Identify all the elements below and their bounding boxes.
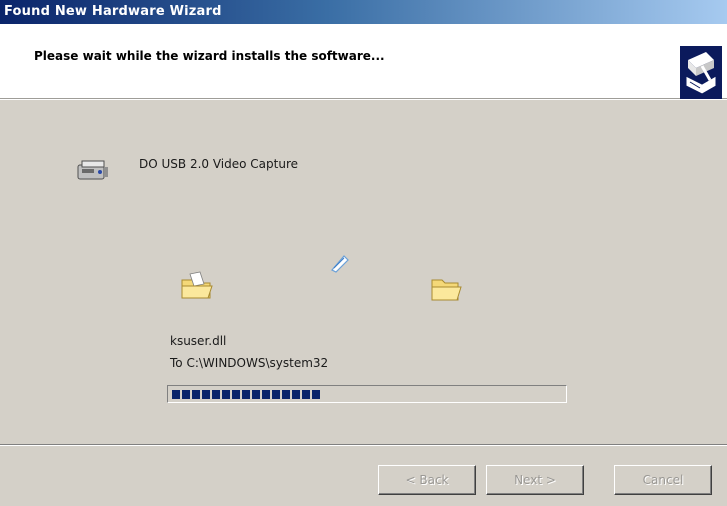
progress-fill	[172, 390, 322, 399]
page-heading: Please wait while the wizard installs th…	[34, 49, 385, 63]
copy-destination: To C:\WINDOWS\system32	[170, 356, 329, 370]
progress-segment	[232, 390, 240, 399]
progress-segment	[172, 390, 180, 399]
copy-file-name: ksuser.dll	[170, 334, 227, 348]
cancel-button-label: Cancel	[642, 473, 684, 487]
progress-segment	[262, 390, 270, 399]
next-button-label: Next >	[514, 473, 556, 487]
title-bar[interactable]: Found New Hardware Wizard	[0, 0, 727, 24]
progress-segment	[272, 390, 280, 399]
back-button-label: < Back	[405, 473, 449, 487]
progress-segment	[292, 390, 300, 399]
progress-segment	[182, 390, 190, 399]
progress-segment	[222, 390, 230, 399]
flying-document-icon	[331, 255, 349, 273]
footer-divider-highlight	[0, 445, 727, 446]
back-button[interactable]: < Back	[378, 465, 476, 495]
wizard-header: Please wait while the wizard installs th…	[0, 24, 727, 100]
progress-segment	[312, 390, 320, 399]
progress-segment	[282, 390, 290, 399]
header-divider	[0, 99, 727, 100]
source-folder-icon	[181, 271, 213, 299]
next-button[interactable]: Next >	[486, 465, 584, 495]
capture-device-icon	[77, 160, 108, 180]
progress-segment	[242, 390, 250, 399]
progress-segment	[192, 390, 200, 399]
wizard-window: Found New Hardware Wizard Please wait wh…	[0, 0, 727, 506]
destination-folder-icon	[431, 279, 462, 301]
progress-segment	[302, 390, 310, 399]
progress-segment	[252, 390, 260, 399]
hardware-wizard-icon	[680, 46, 722, 100]
device-name: DO USB 2.0 Video Capture	[139, 157, 298, 171]
progress-segment	[202, 390, 210, 399]
window-title: Found New Hardware Wizard	[4, 4, 222, 19]
install-progress-bar	[167, 385, 567, 403]
progress-segment	[212, 390, 220, 399]
cancel-button[interactable]: Cancel	[614, 465, 712, 495]
